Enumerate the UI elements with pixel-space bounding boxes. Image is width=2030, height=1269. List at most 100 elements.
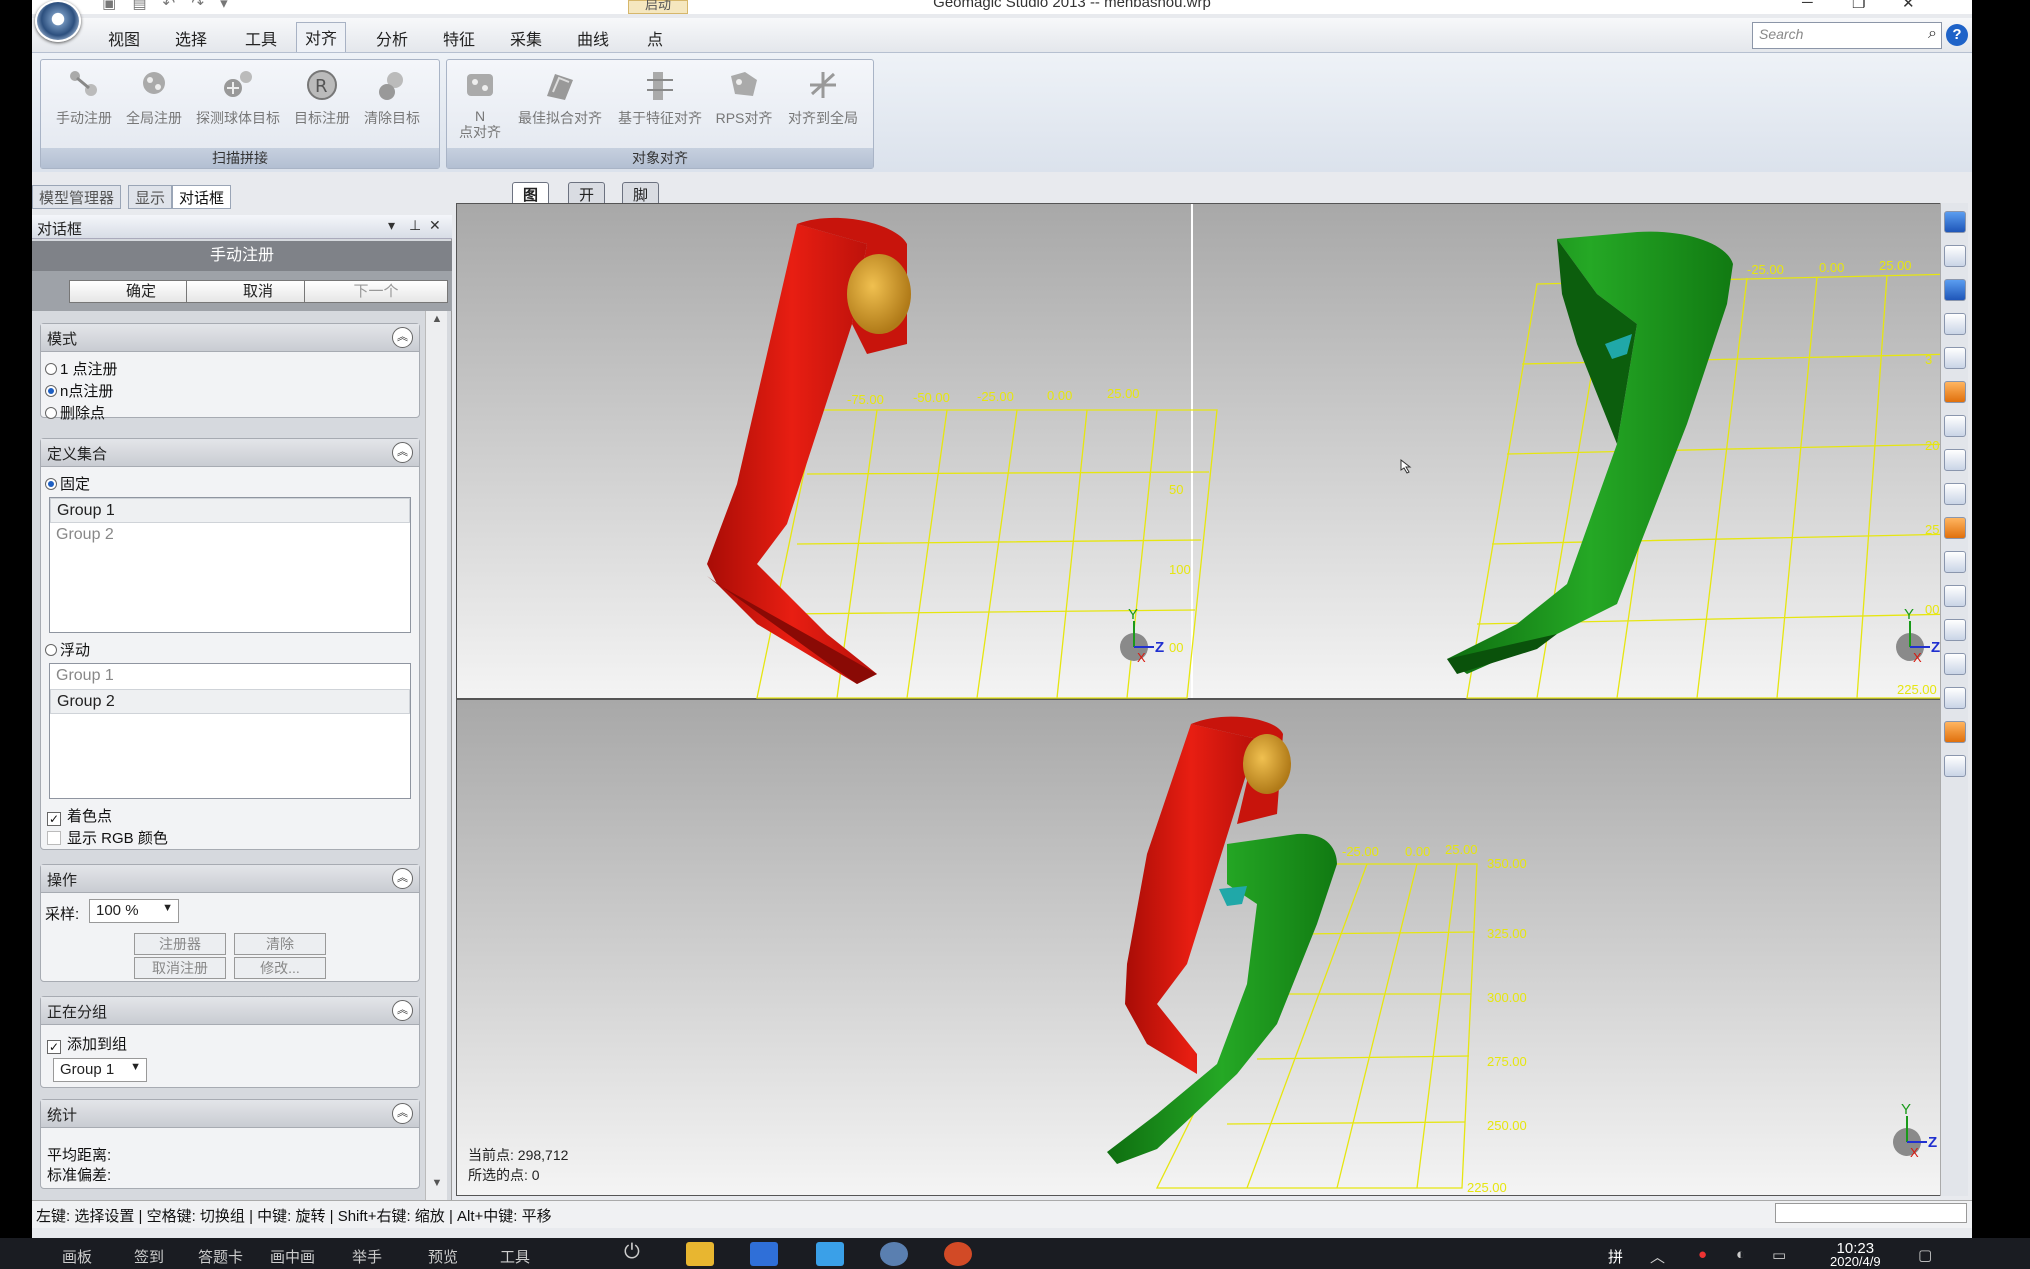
tab-view[interactable]: 视图 (100, 24, 148, 52)
list-item[interactable]: Group 2 (50, 689, 410, 714)
operations-header[interactable]: 操作 ︽ (41, 865, 419, 893)
app-icon[interactable] (816, 1242, 844, 1266)
rotate-view-icon[interactable] (1944, 245, 1966, 267)
camera-icon[interactable] (1944, 313, 1966, 335)
pin-icon[interactable]: ⊥ (409, 217, 421, 234)
list-item[interactable]: Group 1 (50, 664, 410, 689)
viewport-canvas[interactable]: -75.00 -50.00 -25.00 0.00 25.00 50 100 0… (457, 204, 1963, 1195)
dropdown-icon[interactable]: ▾ (388, 217, 395, 234)
pointer-select-icon[interactable] (1944, 619, 1966, 641)
show-rgb-checkbox[interactable]: 显示 RGB 颜色 (47, 827, 168, 848)
collapse-icon[interactable]: ︽ (392, 1103, 413, 1124)
battery-icon[interactable]: ▭ (1772, 1246, 1786, 1264)
tab-display[interactable]: 显示 (128, 185, 173, 209)
settings-icon[interactable] (1944, 755, 1966, 777)
layer-icon[interactable] (1944, 653, 1966, 675)
best-fit-align-button[interactable]: 最佳拟合对齐 (513, 66, 607, 128)
rps-align-button[interactable]: RPS对齐 (713, 66, 775, 128)
view-cube-icon[interactable] (1944, 211, 1966, 233)
radio-1-point[interactable]: 1 点注册 (45, 358, 118, 379)
taskbar-item[interactable]: 画板 (62, 1246, 92, 1267)
unregister-button[interactable]: 取消注册 (134, 957, 226, 979)
dialog-scrollbar[interactable]: ▲ ▼ (425, 311, 447, 1200)
tab-features[interactable]: 特征 (435, 24, 483, 52)
mode-header[interactable]: 模式 ︽ (41, 324, 419, 352)
polygon-select-icon[interactable] (1944, 585, 1966, 607)
application-orb[interactable] (35, 0, 81, 42)
line-select-icon[interactable] (1944, 483, 1966, 505)
graphics-viewport[interactable]: -75.00 -50.00 -25.00 0.00 25.00 50 100 0… (456, 203, 1964, 1196)
radio-fixed[interactable]: 固定 (45, 473, 90, 494)
n-point-align-button[interactable]: N 点对齐 (455, 66, 505, 140)
search-icon[interactable]: ⌕ (1928, 25, 1937, 43)
fixed-group-list[interactable]: Group 1 Group 2 (49, 497, 411, 633)
tab-curves[interactable]: 曲线 (569, 24, 617, 52)
search-input[interactable]: Search ⌕ (1752, 22, 1942, 49)
feature-align-button[interactable]: 基于特征对齐 (613, 66, 707, 128)
clock[interactable]: 10:23 2020/4/9 (1830, 1240, 1881, 1268)
rectangle-select-icon[interactable] (1944, 415, 1966, 437)
ring-select-icon[interactable] (1944, 551, 1966, 573)
tab-script[interactable]: 脚本 (622, 182, 660, 225)
geomagic-taskbar-icon[interactable] (880, 1242, 908, 1266)
clear-button[interactable]: 清除 (234, 933, 326, 955)
sample-select[interactable]: 100 % ▼ (89, 899, 179, 923)
palette-icon[interactable] (1944, 721, 1966, 743)
scroll-down-icon[interactable]: ▼ (426, 1177, 448, 1197)
quick-access-toolbar[interactable]: ▣ ▤ ↶ ↷ ▾ (102, 0, 234, 12)
taskbar-item[interactable]: 工具 (500, 1246, 530, 1267)
color-points-checkbox[interactable]: ✓ 着色点 (47, 805, 112, 826)
tray-expand-icon[interactable]: ︿ (1650, 1246, 1665, 1267)
powerpoint-icon[interactable] (944, 1242, 972, 1266)
color-icon[interactable] (1944, 381, 1966, 403)
tab-select[interactable]: 选择 (167, 24, 215, 52)
detect-sphere-targets-button[interactable]: 探测球体目标 (193, 66, 283, 128)
close-icon[interactable]: ✕ (1902, 0, 1915, 12)
taskbar-item[interactable]: 画中画 (270, 1246, 315, 1267)
next-button[interactable]: 下一个 (304, 280, 448, 303)
taskbar-item[interactable]: 答题卡 (198, 1246, 243, 1267)
define-set-header[interactable]: 定义集合 ︽ (41, 439, 419, 467)
taskbar-item[interactable]: 签到 (134, 1246, 164, 1267)
taskbar-item[interactable]: 预览 (428, 1246, 458, 1267)
tab-analysis[interactable]: 分析 (368, 24, 416, 52)
minimize-icon[interactable]: ─ (1802, 0, 1813, 11)
tab-start[interactable]: 开始 (568, 182, 606, 225)
collapse-icon[interactable]: ︽ (392, 1000, 413, 1021)
list-item[interactable]: Group 2 (50, 523, 410, 548)
lasso-select-icon[interactable] (1944, 449, 1966, 471)
radio-delete-point[interactable]: 删除点 (45, 402, 105, 423)
add-to-group-checkbox[interactable]: ✓ 添加到组 (47, 1033, 127, 1054)
list-item[interactable]: Group 1 (50, 498, 410, 523)
filter-icon[interactable] (1944, 687, 1966, 709)
ime-indicator[interactable]: 拼 (1608, 1246, 1623, 1267)
tab-graphics[interactable]: 图形 (512, 182, 550, 225)
close-panel-icon[interactable]: ✕ (429, 217, 441, 234)
taskbar-item[interactable]: 举手 (352, 1246, 382, 1267)
group-select[interactable]: Group 1 ▼ (53, 1058, 147, 1082)
register-button[interactable]: 注册器 (134, 933, 226, 955)
statistics-header[interactable]: 统计 ︽ (41, 1100, 419, 1128)
target-register-button[interactable]: R 目标注册 (291, 66, 353, 128)
tab-align[interactable]: 对齐 (296, 22, 347, 52)
power-icon[interactable]: ⏻ (624, 1241, 640, 1264)
launch-tab[interactable]: 启动 (628, 0, 688, 14)
app-icon[interactable] (750, 1242, 778, 1266)
restore-icon[interactable]: ❐ (1852, 0, 1865, 12)
collapse-icon[interactable]: ︽ (392, 327, 413, 348)
align-to-global-button[interactable]: 对齐到全局 (781, 66, 865, 128)
tab-dialog[interactable]: 对话框 (172, 185, 232, 209)
notification-icon[interactable]: ▢ (1918, 1246, 1932, 1264)
tab-points[interactable]: 点 (639, 24, 671, 52)
radio-floating[interactable]: 浮动 (45, 639, 90, 660)
help-icon[interactable]: ? (1946, 24, 1968, 46)
network-icon[interactable]: ◐ (1736, 1246, 1745, 1263)
tab-capture[interactable]: 采集 (502, 24, 550, 52)
zoom-icon[interactable] (1944, 347, 1966, 369)
collapse-icon[interactable]: ︽ (392, 868, 413, 889)
floating-group-list[interactable]: Group 1 Group 2 (49, 663, 411, 799)
fit-view-icon[interactable] (1944, 279, 1966, 301)
paint-select-icon[interactable] (1944, 517, 1966, 539)
radio-n-point[interactable]: n点注册 (45, 380, 113, 401)
tab-model-manager[interactable]: 模型管理器 (32, 185, 122, 209)
